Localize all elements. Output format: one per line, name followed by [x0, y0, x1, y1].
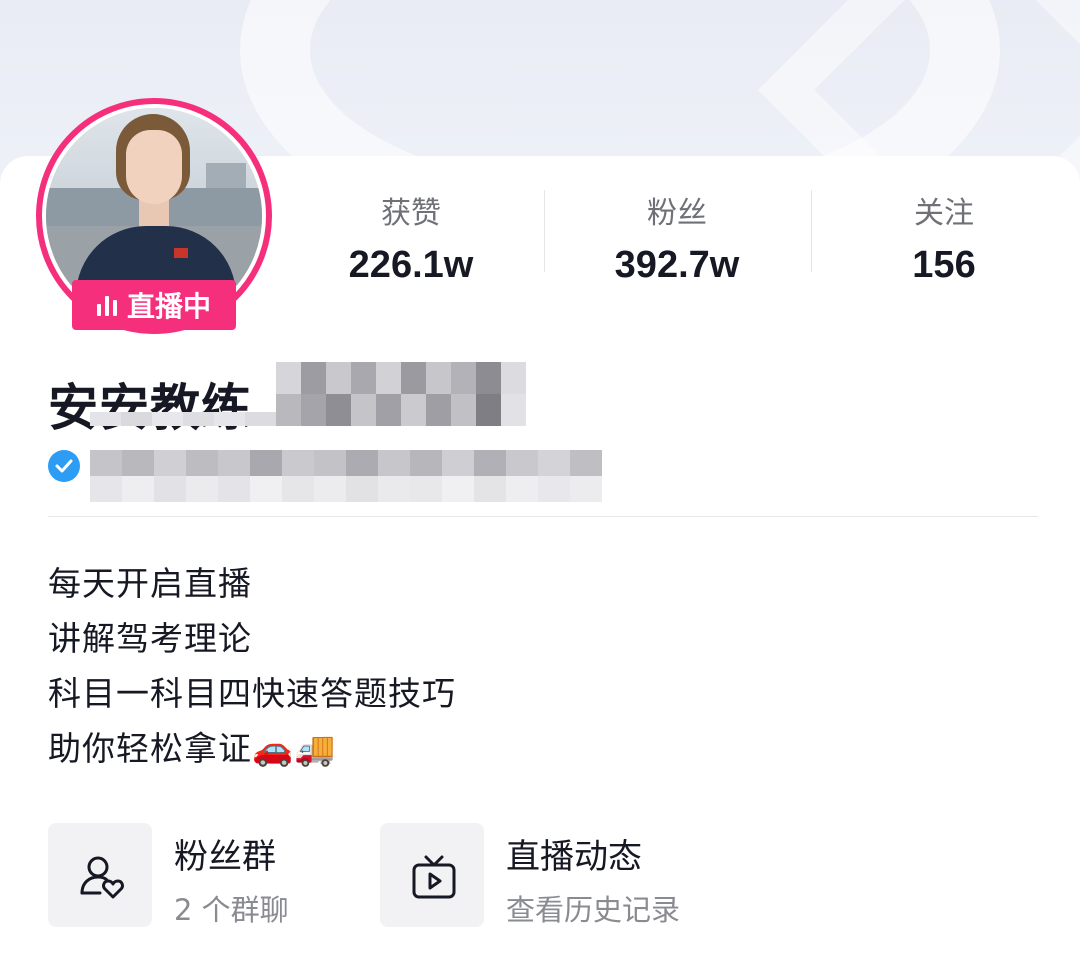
stat-likes[interactable]: 获赞 226.1w	[278, 180, 544, 290]
profile-name: 安安教练	[48, 379, 252, 437]
fan-group-entry[interactable]: 粉丝群 2 个群聊	[48, 823, 348, 927]
live-history-title: 直播动态	[506, 837, 642, 877]
live-history-subtitle: 查看历史记录	[506, 893, 681, 927]
profile-stats: 获赞 226.1w 粉丝 392.7w 关注 156	[278, 180, 1080, 290]
stat-followers-label: 粉丝	[647, 196, 707, 231]
bio-line: 讲解驾考理论	[48, 619, 252, 658]
stat-likes-label: 获赞	[381, 196, 441, 231]
live-badge-label: 直播中	[126, 290, 211, 323]
live-replay-icon	[412, 855, 456, 899]
name-redacted-mosaic-lower	[90, 412, 276, 426]
stat-following-value: 156	[912, 244, 976, 286]
fan-group-icon-box	[48, 823, 152, 927]
stat-followers[interactable]: 粉丝 392.7w	[544, 180, 810, 290]
live-history-icon-box	[380, 823, 484, 927]
stat-following[interactable]: 关注 156	[811, 180, 1077, 290]
stat-followers-value: 392.7w	[614, 244, 740, 286]
live-bars-icon	[96, 294, 117, 316]
bio-line: 每天开启直播	[48, 564, 252, 603]
fan-group-title: 粉丝群	[174, 837, 276, 877]
stat-likes-value: 226.1w	[348, 244, 474, 286]
bio-line: 科目一科目四快速答题技巧	[48, 674, 456, 713]
verified-badge-icon[interactable]	[48, 450, 80, 482]
fan-group-subtitle: 2 个群聊	[174, 893, 289, 927]
name-redacted-mosaic	[276, 362, 526, 426]
profile-bio: 每天开启直播 讲解驾考理论 科目一科目四快速答题技巧 助你轻松拿证🚗🚚	[48, 556, 456, 776]
section-divider	[48, 516, 1038, 517]
bio-line: 助你轻松拿证🚗🚚	[48, 729, 337, 768]
fan-group-icon	[80, 856, 124, 899]
live-badge[interactable]: 直播中	[72, 280, 236, 330]
live-history-entry[interactable]: 直播动态 查看历史记录	[380, 823, 720, 927]
verification-text-redacted-mosaic	[90, 450, 602, 502]
stat-following-label: 关注	[914, 196, 974, 231]
